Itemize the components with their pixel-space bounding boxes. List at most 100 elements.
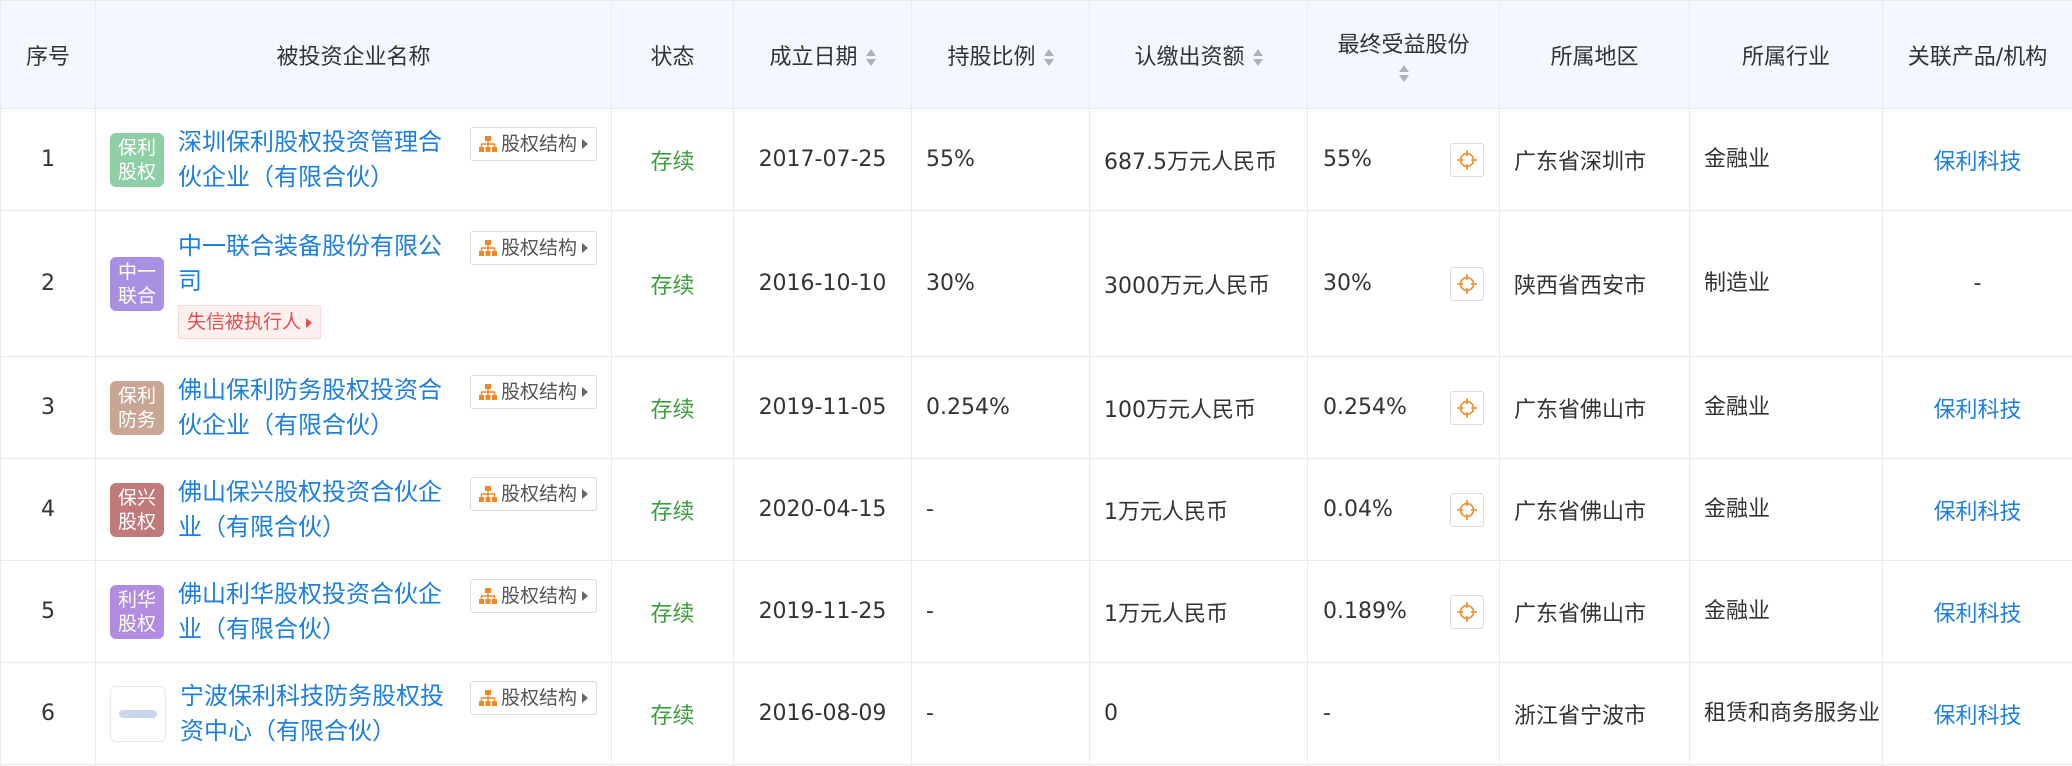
beneficial-target-button[interactable] xyxy=(1450,492,1484,527)
company-logo xyxy=(110,685,166,742)
company-name-link[interactable]: 佛山利华股权投资合伙企业（有限合伙） xyxy=(178,577,458,647)
equity-structure-label: 股权结构 xyxy=(500,584,577,607)
sort-icon[interactable] xyxy=(1398,64,1409,83)
cell-date: 2019-11-05 xyxy=(733,356,912,459)
cell-product[interactable]: 保利科技 xyxy=(1882,662,2072,765)
cell-region: 广东省佛山市 xyxy=(1499,560,1690,663)
company-logo-text: 利华股权 xyxy=(117,588,156,635)
sort-icon[interactable] xyxy=(1043,48,1054,67)
caret-right-icon xyxy=(582,488,588,499)
cell-industry: 金融业 xyxy=(1689,108,1883,211)
cell-index: 2 xyxy=(0,210,96,357)
header-date[interactable]: 成立日期 xyxy=(733,0,912,109)
cell-beneficial: 0.189% xyxy=(1307,560,1500,663)
equity-structure-button[interactable]: 股权结构 xyxy=(469,230,597,265)
caret-right-icon xyxy=(582,590,588,601)
company-logo-text: 保利防务 xyxy=(117,384,156,431)
header-date-label: 成立日期 xyxy=(769,44,858,70)
cell-capital: 0 xyxy=(1089,662,1308,765)
cell-date: 2016-08-09 xyxy=(733,662,912,765)
cell-region: 陕西省西安市 xyxy=(1499,210,1690,357)
equity-structure-label: 股权结构 xyxy=(500,686,577,709)
header-product: 关联产品/机构 xyxy=(1882,0,2072,109)
company-name-link[interactable]: 佛山保利防务股权投资合伙企业（有限合伙） xyxy=(178,373,458,443)
cell-product[interactable]: 保利科技 xyxy=(1882,560,2072,663)
company-name-link[interactable]: 中一联合装备股份有限公司 xyxy=(178,229,458,299)
cell-industry: 租赁和商务服务业 xyxy=(1689,662,1883,765)
beneficial-target-button[interactable] xyxy=(1450,594,1484,629)
equity-structure-button[interactable]: 股权结构 xyxy=(469,374,597,409)
cell-industry: 制造业 xyxy=(1689,210,1883,357)
equity-structure-button[interactable]: 股权结构 xyxy=(469,126,597,161)
header-beneficial[interactable]: 最终受益股份 xyxy=(1307,0,1500,109)
header-ratio[interactable]: 持股比例 xyxy=(911,0,1090,109)
header-status: 状态 xyxy=(611,0,734,109)
table-header-row: 序号 被投资企业名称 状态 成立日期 持股比例 认缴出资额 最终受益股份 所属地… xyxy=(0,0,2072,109)
cell-beneficial: 0.254% xyxy=(1307,356,1500,459)
cell-status: 存续 xyxy=(611,560,734,663)
sort-icon[interactable] xyxy=(1252,48,1263,67)
cell-index: 6 xyxy=(0,662,96,765)
company-name-link[interactable]: 宁波保利科技防务股权投资中心（有限合伙） xyxy=(180,679,458,749)
cell-capital: 1万元人民币 xyxy=(1089,458,1308,561)
cell-status: 存续 xyxy=(611,210,734,357)
beneficial-value: - xyxy=(1323,701,1331,726)
logo-image xyxy=(119,709,157,718)
header-region: 所属地区 xyxy=(1499,0,1690,109)
cell-date: 2020-04-15 xyxy=(733,458,912,561)
cell-status: 存续 xyxy=(611,356,734,459)
table-row: 1 保利股权 深圳保利股权投资管理合伙企业（有限合伙） 股权结构 存续 2017… xyxy=(0,108,2072,211)
dishonest-badge[interactable]: 失信被执行人 xyxy=(178,304,322,339)
cell-product[interactable]: 保利科技 xyxy=(1882,458,2072,561)
header-beneficial-label: 最终受益股份 xyxy=(1337,32,1470,58)
org-chart-icon xyxy=(478,587,497,604)
header-capital[interactable]: 认缴出资额 xyxy=(1089,0,1308,109)
beneficial-target-button[interactable] xyxy=(1450,142,1484,177)
cell-region: 浙江省宁波市 xyxy=(1499,662,1690,765)
target-icon xyxy=(1457,273,1477,294)
equity-structure-label: 股权结构 xyxy=(500,236,577,259)
cell-product[interactable]: 保利科技 xyxy=(1882,356,2072,459)
cell-beneficial: - xyxy=(1307,662,1500,765)
cell-product[interactable]: 保利科技 xyxy=(1882,108,2072,211)
cell-industry: 金融业 xyxy=(1689,458,1883,561)
equity-structure-label: 股权结构 xyxy=(500,482,577,505)
target-icon xyxy=(1457,499,1477,520)
target-icon xyxy=(1457,397,1477,418)
dishonest-badge-label: 失信被执行人 xyxy=(187,310,302,333)
beneficial-value: 0.189% xyxy=(1323,599,1407,624)
cell-capital: 3000万元人民币 xyxy=(1089,210,1308,357)
org-chart-icon xyxy=(478,689,497,706)
table-row: 5 利华股权 佛山利华股权投资合伙企业（有限合伙） 股权结构 存续 2019-1… xyxy=(0,560,2072,663)
company-logo: 保利防务 xyxy=(110,380,164,435)
equity-structure-button[interactable]: 股权结构 xyxy=(469,680,597,715)
cell-ratio: - xyxy=(911,662,1090,765)
equity-structure-label: 股权结构 xyxy=(500,132,577,155)
company-name-link[interactable]: 深圳保利股权投资管理合伙企业（有限合伙） xyxy=(178,125,458,195)
cell-company: 利华股权 佛山利华股权投资合伙企业（有限合伙） 股权结构 xyxy=(95,560,612,663)
cell-company: 保利防务 佛山保利防务股权投资合伙企业（有限合伙） 股权结构 xyxy=(95,356,612,459)
cell-status: 存续 xyxy=(611,108,734,211)
company-logo: 保利股权 xyxy=(110,132,164,187)
cell-beneficial: 0.04% xyxy=(1307,458,1500,561)
equity-structure-button[interactable]: 股权结构 xyxy=(469,476,597,511)
cell-capital: 1万元人民币 xyxy=(1089,560,1308,663)
company-logo-text: 保利股权 xyxy=(117,136,156,183)
company-logo-text: 保兴股权 xyxy=(117,486,156,533)
header-industry: 所属行业 xyxy=(1689,0,1883,109)
beneficial-value: 0.04% xyxy=(1323,497,1393,522)
beneficial-target-button[interactable] xyxy=(1450,266,1484,301)
sort-icon[interactable] xyxy=(865,48,876,67)
company-name-link[interactable]: 佛山保兴股权投资合伙企业（有限合伙） xyxy=(178,475,458,545)
company-logo: 中一联合 xyxy=(110,256,164,311)
beneficial-target-button[interactable] xyxy=(1450,390,1484,425)
investment-table: 序号 被投资企业名称 状态 成立日期 持股比例 认缴出资额 最终受益股份 所属地… xyxy=(0,0,2072,765)
caret-right-icon xyxy=(582,386,588,397)
cell-capital: 687.5万元人民币 xyxy=(1089,108,1308,211)
header-index: 序号 xyxy=(0,0,96,109)
beneficial-value: 55% xyxy=(1323,147,1372,172)
cell-index: 4 xyxy=(0,458,96,561)
beneficial-value: 0.254% xyxy=(1323,395,1407,420)
target-icon xyxy=(1457,149,1477,170)
equity-structure-button[interactable]: 股权结构 xyxy=(469,578,597,613)
